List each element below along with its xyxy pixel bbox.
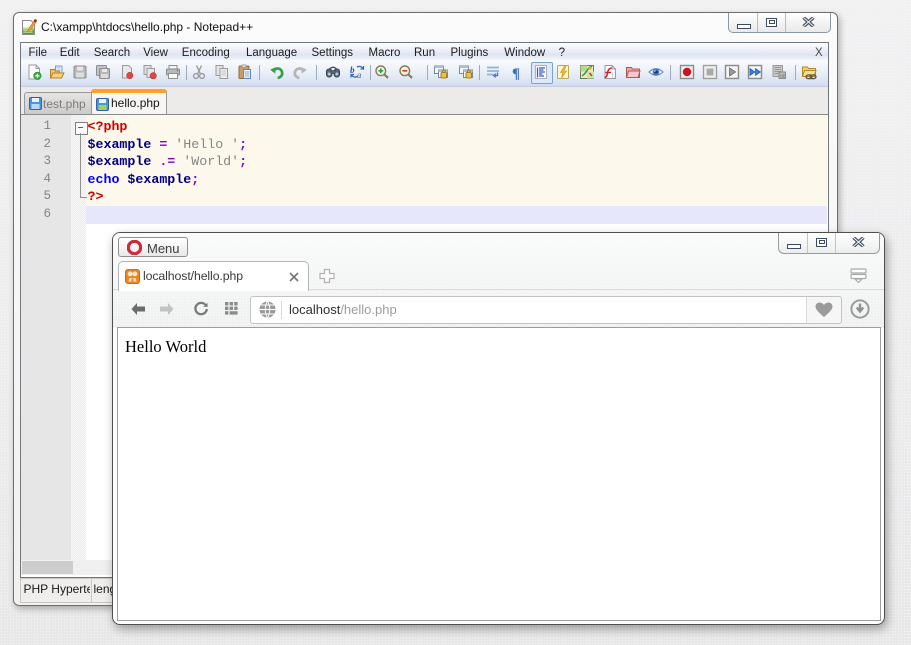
svg-text:b: b <box>350 65 355 75</box>
svg-text:¶: ¶ <box>512 66 520 80</box>
svg-text:{}: {} <box>611 73 617 79</box>
svg-text:uc: uc <box>780 74 786 80</box>
svg-text:a: a <box>357 70 362 80</box>
